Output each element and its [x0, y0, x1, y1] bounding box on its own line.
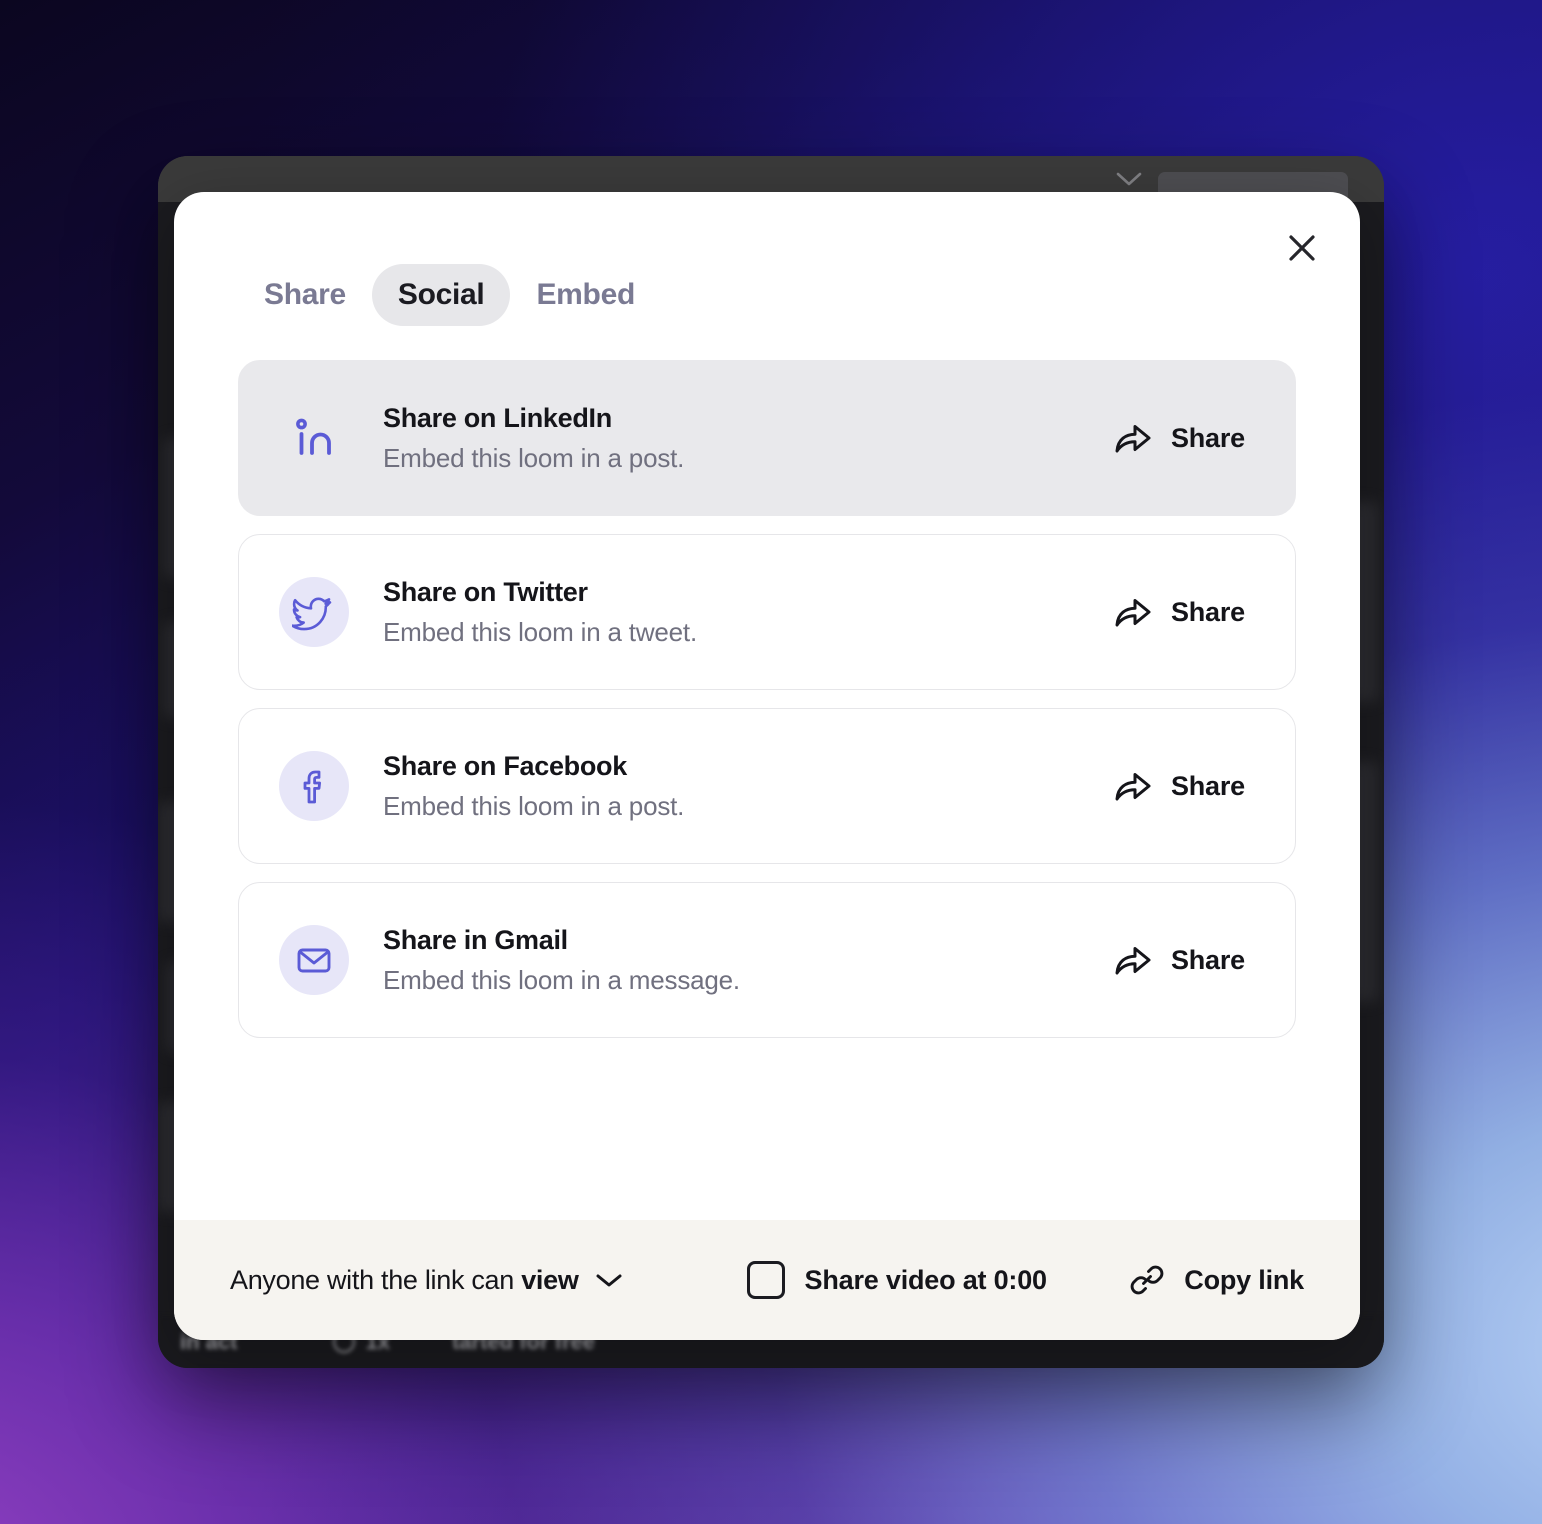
share-button-linkedin[interactable]: Share [1113, 418, 1263, 458]
tab-social[interactable]: Social [371, 264, 511, 326]
facebook-icon-wrap [279, 751, 349, 821]
share-at-timestamp-checkbox[interactable] [746, 1261, 785, 1299]
share-option-subtitle: Embed this loom in a post. [383, 442, 685, 473]
close-icon [1289, 235, 1315, 261]
share-option-subtitle: Embed this loom in a post. [383, 790, 685, 821]
share-option-title: Share on LinkedIn [383, 402, 612, 433]
modal-tabs: Share Social Embed [238, 264, 1296, 326]
share-button-label: Share [1170, 422, 1245, 453]
share-option-facebook[interactable]: Share on Facebook Embed this loom in a p… [238, 708, 1296, 864]
permission-value: view [521, 1264, 579, 1295]
share-button-facebook[interactable]: Share [1113, 766, 1263, 806]
share-option-texts: Share on LinkedIn Embed this loom in a p… [383, 403, 1113, 474]
share-option-texts: Share in Gmail Embed this loom in a mess… [383, 925, 1113, 996]
twitter-icon-wrap [279, 577, 349, 647]
share-options-list: Share on LinkedIn Embed this loom in a p… [238, 360, 1296, 1038]
permission-label: Anyone with the link can view [230, 1265, 579, 1296]
share-option-title: Share in Gmail [383, 924, 568, 955]
share-button-label: Share [1170, 944, 1245, 975]
share-button-gmail[interactable]: Share [1113, 940, 1263, 980]
share-modal-body: Share Social Embed Share on LinkedIn Emb… [174, 192, 1360, 1220]
share-option-twitter[interactable]: Share on Twitter Embed this loom in a tw… [238, 534, 1296, 690]
share-arrow-icon [1115, 599, 1151, 627]
share-arrow-icon [1115, 947, 1151, 975]
share-modal: Share Social Embed Share on LinkedIn Emb… [174, 192, 1360, 1340]
linkedin-icon-wrap [279, 403, 349, 473]
close-button[interactable] [1276, 222, 1328, 274]
share-option-gmail[interactable]: Share in Gmail Embed this loom in a mess… [238, 882, 1296, 1038]
share-option-texts: Share on Twitter Embed this loom in a tw… [383, 577, 1113, 648]
share-at-timestamp-control[interactable]: Share video at 0:00 [746, 1261, 1048, 1299]
share-option-title: Share on Twitter [383, 576, 588, 607]
share-option-title: Share on Facebook [383, 750, 627, 781]
chevron-down-icon [596, 1274, 622, 1287]
share-modal-footer: Anyone with the link can view Share vide… [174, 1220, 1360, 1340]
share-at-timestamp-label: Share video at 0:00 [804, 1264, 1048, 1295]
share-option-subtitle: Embed this loom in a message. [383, 964, 740, 995]
tab-embed[interactable]: Embed [510, 264, 661, 326]
facebook-icon [303, 770, 321, 804]
share-option-texts: Share on Facebook Embed this loom in a p… [383, 751, 1113, 822]
chevron-down-icon [1116, 172, 1142, 186]
linkedin-icon [296, 418, 331, 455]
permission-dropdown[interactable]: Anyone with the link can view [230, 1265, 623, 1296]
share-arrow-icon [1115, 425, 1151, 453]
gmail-icon [297, 948, 331, 973]
permission-prefix: Anyone with the link can [230, 1264, 522, 1295]
share-arrow-icon [1115, 773, 1151, 801]
share-option-linkedin[interactable]: Share on LinkedIn Embed this loom in a p… [238, 360, 1296, 516]
tab-share[interactable]: Share [238, 264, 372, 326]
link-icon [1130, 1265, 1164, 1295]
share-button-label: Share [1170, 770, 1245, 801]
twitter-icon [292, 597, 332, 631]
copy-link-label: Copy link [1184, 1264, 1304, 1295]
copy-link-button[interactable]: Copy link [1128, 1261, 1304, 1299]
share-button-twitter[interactable]: Share [1113, 592, 1263, 632]
share-button-label: Share [1170, 596, 1245, 627]
share-option-subtitle: Embed this loom in a tweet. [383, 616, 697, 647]
gmail-icon-wrap [279, 925, 349, 995]
